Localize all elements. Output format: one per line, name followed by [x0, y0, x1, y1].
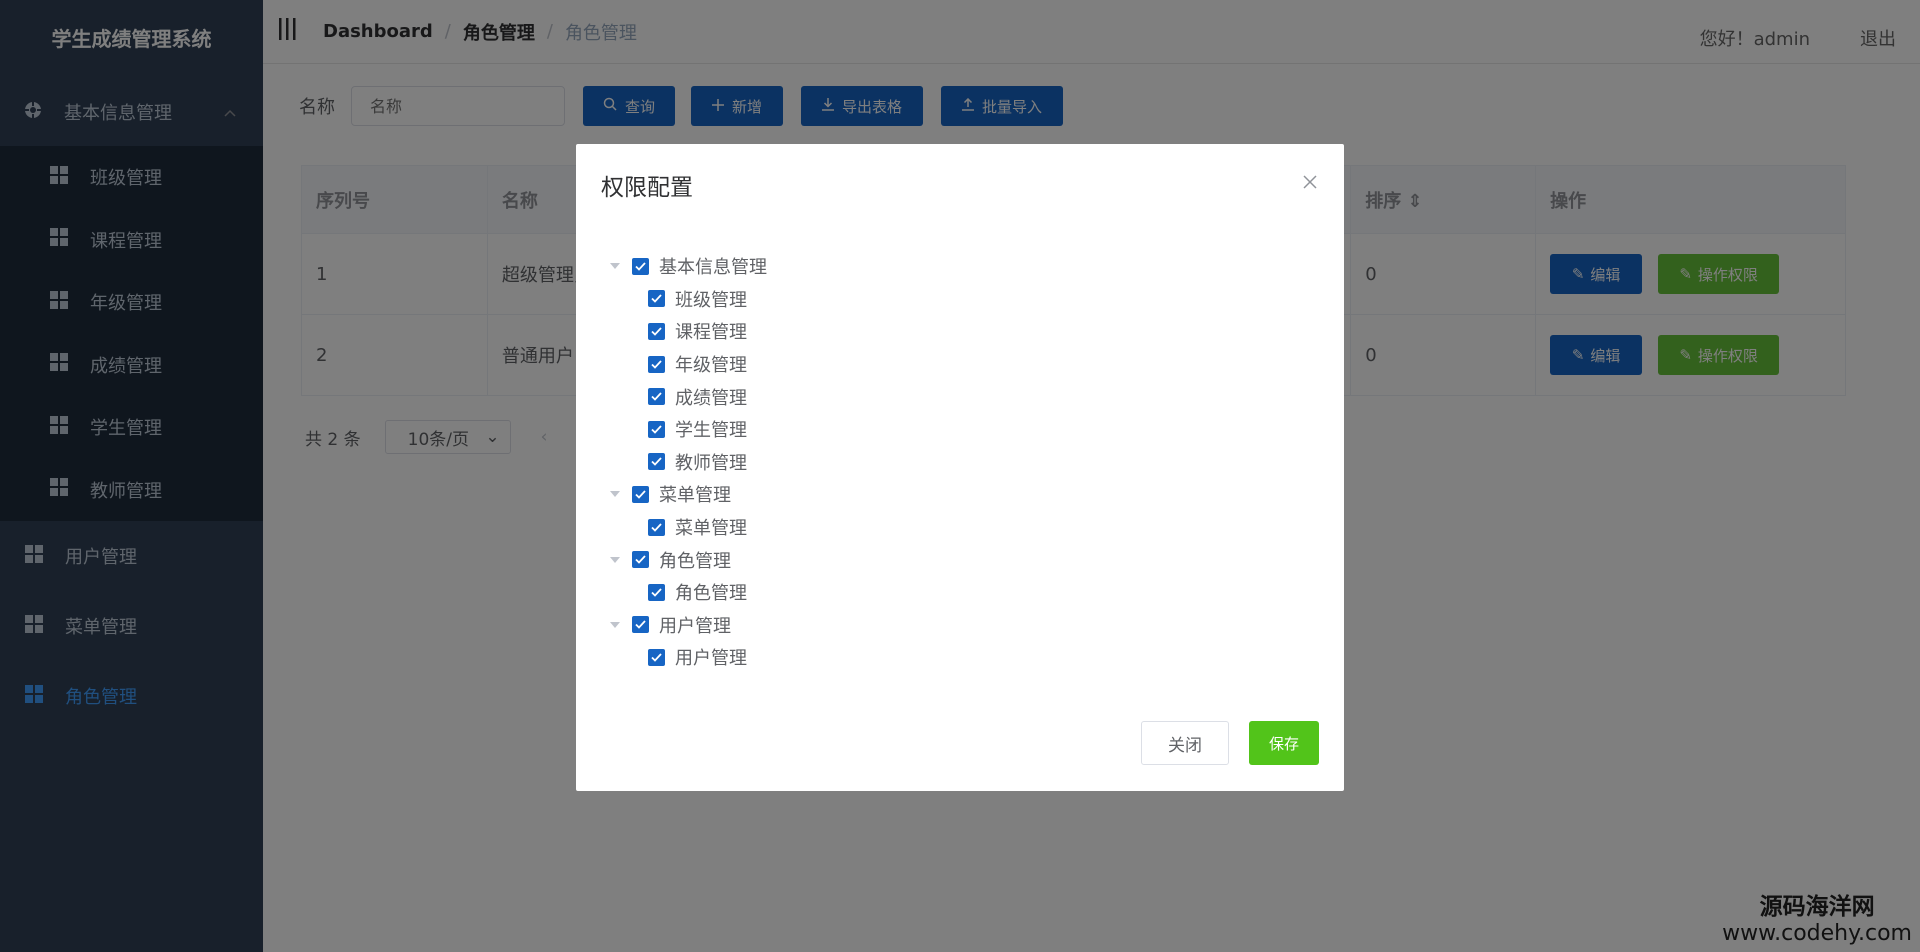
caret-down-icon[interactable] — [606, 621, 624, 628]
checkbox-checked[interactable] — [648, 388, 665, 406]
tree-node-label: 角色管理 — [659, 550, 731, 572]
caret-down-icon[interactable] — [606, 556, 624, 563]
checkbox-checked[interactable] — [648, 322, 665, 340]
checkbox-checked[interactable] — [648, 518, 665, 536]
watermark: 源码海洋网 www.codehy.com — [1722, 887, 1912, 946]
modal-footer: 关闭 保存 — [1141, 721, 1319, 765]
save-button[interactable]: 保存 — [1249, 721, 1319, 765]
tree-node[interactable]: 基本信息管理 — [606, 250, 767, 283]
tree-node[interactable]: 课程管理 — [606, 315, 767, 348]
tree-node[interactable]: 角色管理 — [606, 576, 767, 609]
checkbox-checked[interactable] — [632, 616, 649, 634]
tree-node-label: 学生管理 — [675, 420, 747, 442]
checkbox-checked[interactable] — [632, 257, 649, 275]
tree-node[interactable]: 成绩管理 — [606, 380, 767, 413]
watermark-line1: 源码海洋网 — [1759, 894, 1875, 920]
checkbox-checked[interactable] — [632, 485, 649, 503]
checkbox-checked[interactable] — [648, 648, 665, 666]
permission-modal: 权限配置 基本信息管理 班级管理 课程管理 年级管理 成绩管理 学生管理 教师管… — [576, 144, 1344, 791]
watermark-line2: www.codehy.com — [1722, 921, 1912, 946]
tree-node[interactable]: 用户管理 — [606, 641, 767, 674]
tree-node-label: 年级管理 — [675, 355, 747, 377]
tree-node[interactable]: 用户管理 — [606, 609, 767, 642]
tree-node[interactable]: 班级管理 — [606, 283, 767, 316]
tree-node-label: 基本信息管理 — [659, 257, 767, 279]
checkbox-checked[interactable] — [648, 420, 665, 438]
modal-title: 权限配置 — [601, 175, 693, 201]
tree-node[interactable]: 教师管理 — [606, 446, 767, 479]
tree-node[interactable]: 年级管理 — [606, 348, 767, 381]
tree-node[interactable]: 菜单管理 — [606, 478, 767, 511]
tree-node-label: 菜单管理 — [675, 518, 747, 540]
tree-node-label: 菜单管理 — [659, 485, 731, 507]
tree-node-label: 成绩管理 — [675, 387, 747, 409]
tree-node[interactable]: 学生管理 — [606, 413, 767, 446]
caret-down-icon[interactable] — [606, 491, 624, 498]
tree-node-label: 班级管理 — [675, 289, 747, 311]
tree-node-label: 用户管理 — [659, 615, 731, 637]
permission-tree: 基本信息管理 班级管理 课程管理 年级管理 成绩管理 学生管理 教师管理 菜单管… — [606, 250, 767, 674]
tree-node-label: 教师管理 — [675, 452, 747, 474]
tree-node[interactable]: 菜单管理 — [606, 511, 767, 544]
checkbox-checked[interactable] — [648, 583, 665, 601]
checkbox-checked[interactable] — [648, 290, 665, 308]
checkbox-checked[interactable] — [648, 453, 665, 471]
close-button[interactable]: 关闭 — [1141, 721, 1229, 765]
close-icon[interactable] — [1300, 172, 1320, 192]
checkbox-checked[interactable] — [648, 355, 665, 373]
tree-node-label: 用户管理 — [675, 648, 747, 670]
tree-node-label: 课程管理 — [675, 322, 747, 344]
tree-node[interactable]: 角色管理 — [606, 543, 767, 576]
tree-node-label: 角色管理 — [675, 583, 747, 605]
caret-down-icon[interactable] — [606, 263, 624, 270]
checkbox-checked[interactable] — [632, 551, 649, 569]
